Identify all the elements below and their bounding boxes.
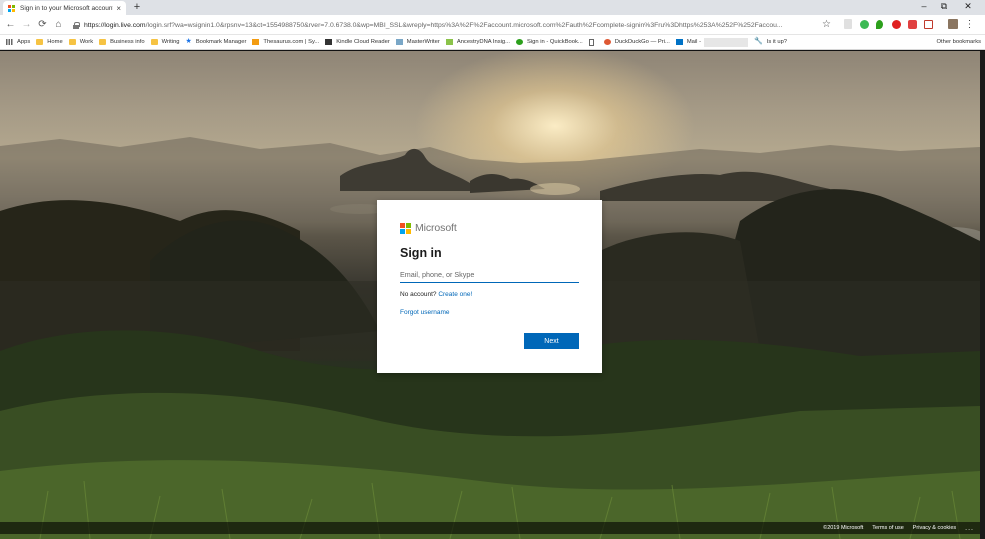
close-window-button[interactable]: ✕	[961, 1, 975, 12]
forward-button[interactable]: →	[20, 18, 33, 31]
browser-tab[interactable]: Sign in to your Microsoft account ×	[3, 1, 126, 15]
lock-icon	[73, 21, 80, 29]
page-footer: ©2019 Microsoft Terms of use Privacy & c…	[0, 522, 980, 534]
bookmark-label: Work	[79, 39, 94, 45]
reload-button[interactable]: ⟳	[36, 18, 49, 31]
url-host: https://login.live.com	[84, 21, 146, 29]
home-button[interactable]: ⌂	[52, 18, 65, 31]
bookmark-home[interactable]: Home	[36, 39, 63, 45]
bookmark-thesaurus[interactable]: Thesaurus.com | Sy...	[252, 39, 319, 45]
bookmark-label: Writing	[161, 39, 180, 45]
kindle-icon	[325, 39, 333, 45]
browser-menu-icon[interactable]: ⋮	[963, 18, 976, 31]
tab-strip: Sign in to your Microsoft account × + – …	[0, 0, 985, 15]
next-button[interactable]: Next	[524, 333, 579, 349]
microsoft-logo-icon	[8, 4, 15, 12]
bookmark-label: Apps	[17, 39, 31, 45]
bookmark-label: Kindle Cloud Reader	[336, 39, 390, 45]
bookmark-ancestry[interactable]: AncestryDNA Insig...	[445, 39, 510, 45]
bookmark-label: Mail -	[686, 39, 702, 45]
bookmark-label: Sign in - QuickBook...	[527, 39, 583, 45]
tab-title: Sign in to your Microsoft account	[20, 4, 114, 12]
apps-grid-icon	[6, 39, 13, 45]
page-background: Microsoft Sign in No account? Create one…	[0, 51, 980, 539]
quickbooks-icon	[516, 39, 523, 45]
masterwriter-icon	[395, 39, 403, 45]
profile-avatar-icon[interactable]	[948, 19, 958, 29]
bookmarks-bar: Apps Home Work Business info Writing ★ B…	[0, 35, 985, 50]
create-account-link[interactable]: Create one!	[438, 291, 472, 298]
address-bar[interactable]: https://login.live.com/login.srf?wa=wsig…	[73, 18, 817, 32]
bookmark-mail[interactable]: Mail -	[675, 37, 749, 47]
evernote-extension-icon[interactable]	[876, 20, 883, 29]
bookmark-label: Business info	[110, 39, 145, 45]
bookmark-label: MasterWriter	[406, 39, 440, 45]
bookmark-label: Home	[47, 39, 63, 45]
bookmark-masterwriter[interactable]: MasterWriter	[395, 39, 440, 45]
bookmark-label: Is it up?	[766, 39, 788, 45]
restore-button[interactable]: ⧉	[937, 1, 951, 12]
folder-icon	[36, 39, 44, 45]
folder-icon	[68, 39, 76, 45]
back-button[interactable]: ←	[4, 18, 17, 31]
more-options-icon[interactable]: ...	[965, 525, 974, 532]
redacted-block	[704, 37, 749, 47]
bookmark-label: AncestryDNA Insig...	[456, 39, 510, 45]
bookmark-is-it-up[interactable]: 🔧 Is it up?	[754, 38, 788, 45]
forgot-username-link[interactable]: Forgot username	[400, 309, 450, 316]
minimize-button[interactable]: –	[917, 1, 931, 11]
pocket-extension-icon[interactable]	[924, 20, 933, 29]
privacy-link[interactable]: Privacy & cookies	[913, 525, 956, 531]
reader-extension-icon[interactable]	[844, 19, 852, 29]
bookmark-kindle[interactable]: Kindle Cloud Reader	[325, 39, 390, 45]
bookmark-blank-page[interactable]	[588, 38, 598, 46]
duckduckgo-icon	[603, 39, 611, 45]
folder-icon	[99, 39, 107, 45]
microsoft-logo-icon	[400, 222, 411, 234]
bookmark-duckduckgo[interactable]: DuckDuckGo — Pri...	[603, 39, 670, 45]
bookmark-label: DuckDuckGo — Pri...	[614, 39, 670, 45]
sign-in-heading: Sign in	[400, 246, 442, 260]
bookmark-star-icon[interactable]: ☆	[820, 18, 833, 31]
bookmark-business-info[interactable]: Business info	[99, 39, 145, 45]
other-bookmarks-label: Other bookmarks	[936, 39, 981, 45]
bookmark-apps[interactable]: Apps	[6, 39, 30, 45]
microsoft-brand: Microsoft	[400, 222, 579, 234]
browser-toolbar: ← → ⟳ ⌂ https://login.live.com/login.srf…	[0, 15, 985, 35]
lastpass-extension-icon[interactable]	[908, 20, 917, 29]
folder-icon	[150, 39, 158, 45]
page-icon	[588, 38, 594, 46]
email-input[interactable]	[400, 268, 579, 283]
brand-name: Microsoft	[415, 222, 457, 234]
no-account-text: No account?	[400, 291, 437, 298]
outlook-icon	[675, 39, 683, 45]
new-tab-button[interactable]: +	[131, 2, 143, 14]
bookmark-work[interactable]: Work	[68, 39, 94, 45]
tab-close-icon[interactable]: ×	[116, 4, 121, 13]
bookmark-quickbooks[interactable]: Sign in - QuickBook...	[516, 39, 583, 45]
terms-link[interactable]: Terms of use	[872, 525, 903, 531]
grammarly-extension-icon[interactable]	[860, 20, 869, 29]
bookmark-manager[interactable]: ★ Bookmark Manager	[185, 38, 247, 45]
copyright-text: ©2019 Microsoft	[823, 525, 864, 531]
scrollbar-track	[980, 51, 985, 539]
bookmark-label: Thesaurus.com | Sy...	[263, 39, 320, 45]
other-bookmarks[interactable]: Other bookmarks	[937, 39, 981, 45]
ancestry-icon	[445, 39, 453, 45]
url-path: /login.srf?wa=wsignin1.0&rpsnv=13&ct=155…	[145, 21, 783, 29]
forgot-username-line: Forgot username	[400, 309, 579, 316]
opera-extension-icon[interactable]	[892, 20, 901, 29]
sign-in-card: Microsoft Sign in No account? Create one…	[377, 200, 602, 373]
thesaurus-icon	[252, 39, 260, 45]
bookmark-writing[interactable]: Writing	[150, 39, 180, 45]
no-account-line: No account? Create one!	[400, 291, 579, 298]
wrench-icon: 🔧	[754, 38, 763, 45]
bookmark-label: Bookmark Manager	[195, 39, 247, 45]
star-icon: ★	[185, 38, 192, 45]
